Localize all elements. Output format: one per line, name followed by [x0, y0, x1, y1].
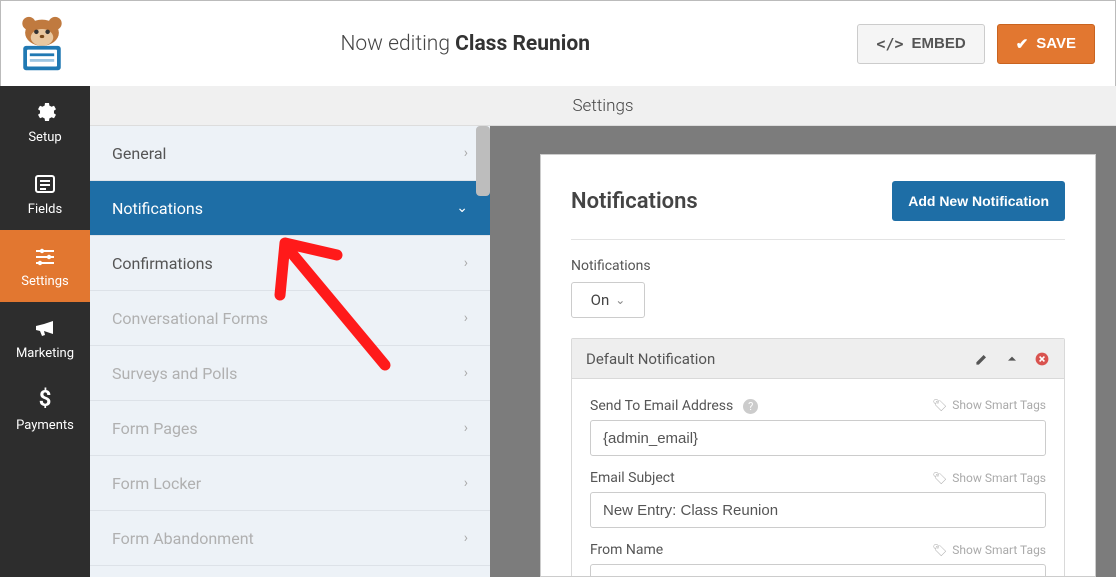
editing-prefix: Now editing [340, 32, 450, 56]
smart-tags-label: Show Smart Tags [952, 471, 1046, 485]
sidebar-item-label: Form Pages [112, 419, 198, 438]
breadcrumb: Settings [90, 86, 1116, 126]
rail-label: Fields [28, 202, 62, 217]
check-icon: ✔ [1016, 35, 1029, 53]
collapse-icon[interactable] [1004, 351, 1020, 367]
card-actions [974, 351, 1050, 367]
sidebar-item-form-locker[interactable]: Form Locker › [90, 456, 490, 511]
sidebar-item-label: Conversational Forms [112, 309, 268, 328]
sidebar-item-notifications[interactable]: Notifications ⌄ [90, 181, 490, 236]
help-icon[interactable]: ? [743, 399, 758, 414]
chevron-right-icon: › [464, 475, 468, 491]
scrollbar-thumb[interactable] [476, 126, 490, 196]
settings-submenu: General › Notifications ⌄ Confirmations … [90, 126, 490, 577]
sidebar-item-label: Notifications [112, 199, 203, 218]
panel-header: Notifications Add New Notification [571, 181, 1065, 240]
sidebar-item-general[interactable]: General › [90, 126, 490, 181]
add-notification-button[interactable]: Add New Notification [892, 181, 1065, 221]
nav-rail: Setup Fields Settings Marketing $ Paymen… [0, 86, 90, 577]
sidebar-item-label: Confirmations [112, 254, 213, 273]
top-bar: Now editing Class Reunion </> EMBED ✔ SA… [1, 1, 1115, 87]
chevron-down-icon: ⌄ [456, 200, 468, 216]
smart-tags-toggle[interactable]: 🏷 Show Smart Tags [932, 398, 1046, 412]
field-send-to: Send To Email Address ? 🏷 Show Smart Tag… [590, 395, 1046, 456]
tag-icon: 🏷 [932, 398, 947, 412]
page-title: Now editing Class Reunion [73, 32, 857, 56]
panel-title: Notifications [571, 189, 698, 214]
smart-tags-label: Show Smart Tags [952, 543, 1046, 557]
chevron-down-icon: ⌄ [615, 293, 625, 307]
chevron-right-icon: › [464, 365, 468, 381]
brand-logo [11, 13, 73, 75]
embed-button[interactable]: </> EMBED [857, 24, 984, 64]
from-name-input[interactable] [590, 564, 1046, 577]
sidebar-item-confirmations[interactable]: Confirmations › [90, 236, 490, 291]
smart-tags-label: Show Smart Tags [952, 398, 1046, 412]
chevron-right-icon: › [464, 310, 468, 326]
smart-tags-toggle[interactable]: 🏷 Show Smart Tags [932, 543, 1046, 557]
tag-icon: 🏷 [932, 471, 947, 485]
content-panel: Notifications Add New Notification Notif… [540, 154, 1096, 577]
sidebar-item-form-abandonment[interactable]: Form Abandonment › [90, 511, 490, 566]
chevron-right-icon: › [464, 145, 468, 161]
field-label: Send To Email Address [590, 398, 733, 414]
toggle-label: Notifications [571, 258, 1065, 274]
notification-card-header: Default Notification [572, 339, 1064, 379]
settings-band-label: Settings [572, 96, 633, 116]
save-button[interactable]: ✔ SAVE [997, 24, 1095, 64]
embed-label: EMBED [912, 35, 966, 52]
smart-tags-toggle[interactable]: 🏷 Show Smart Tags [932, 471, 1046, 485]
sidebar-item-label: General [112, 144, 166, 163]
rail-label: Settings [21, 274, 68, 289]
edit-icon[interactable] [974, 351, 990, 367]
sidebar-item-surveys[interactable]: Surveys and Polls › [90, 346, 490, 401]
notification-card: Default Notification Send To Email Addre… [571, 338, 1065, 577]
tag-icon: 🏷 [932, 543, 947, 557]
rail-label: Payments [16, 418, 74, 433]
sidebar-item-label: Form Abandonment [112, 529, 254, 548]
sidebar-item-form-pages[interactable]: Form Pages › [90, 401, 490, 456]
rail-label: Setup [28, 130, 61, 145]
field-label: From Name [590, 542, 663, 558]
chevron-right-icon: › [464, 420, 468, 436]
rail-setup[interactable]: Setup [0, 86, 90, 158]
rail-marketing[interactable]: Marketing [0, 302, 90, 374]
notifications-toggle[interactable]: On ⌄ [571, 282, 645, 318]
rail-settings[interactable]: Settings [0, 230, 90, 302]
code-icon: </> [876, 35, 903, 53]
save-label: SAVE [1036, 35, 1076, 52]
subject-input[interactable] [590, 492, 1046, 528]
bullhorn-icon [33, 316, 57, 340]
send-to-input[interactable] [590, 420, 1046, 456]
field-subject: Email Subject 🏷 Show Smart Tags [590, 470, 1046, 528]
field-label: Email Subject [590, 470, 675, 486]
sidebar-item-label: Form Locker [112, 474, 201, 493]
chevron-right-icon: › [464, 530, 468, 546]
delete-icon[interactable] [1034, 351, 1050, 367]
sliders-icon [33, 244, 57, 268]
rail-label: Marketing [16, 346, 74, 361]
field-from-name: From Name 🏷 Show Smart Tags [590, 542, 1046, 577]
sidebar-item-label: Surveys and Polls [112, 364, 237, 383]
list-icon [33, 172, 57, 196]
sidebar-item-conversational[interactable]: Conversational Forms › [90, 291, 490, 346]
toggle-value: On [591, 291, 610, 309]
chevron-right-icon: › [464, 255, 468, 271]
card-title: Default Notification [586, 350, 715, 368]
form-name: Class Reunion [455, 32, 590, 56]
gear-icon [33, 100, 57, 124]
rail-payments[interactable]: $ Payments [0, 374, 90, 446]
dollar-icon: $ [33, 388, 57, 412]
notification-card-body: Send To Email Address ? 🏷 Show Smart Tag… [572, 379, 1064, 577]
rail-fields[interactable]: Fields [0, 158, 90, 230]
content-panel-wrap: Notifications Add New Notification Notif… [490, 126, 1116, 577]
